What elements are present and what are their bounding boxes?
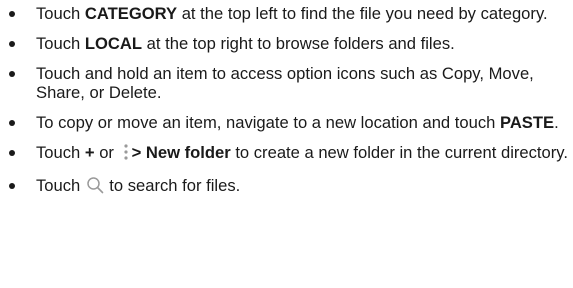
item-text-post: at the top right to browse folders and f… (142, 34, 455, 53)
item-text-pre: Touch (36, 176, 81, 195)
item-text: Touch and hold an item to access option … (36, 64, 534, 102)
bullet-point (9, 71, 15, 77)
list-item: To copy or move an item, navigate to a n… (0, 113, 573, 132)
plus-label: + (84, 143, 95, 162)
item-text-post: to search for files. (109, 176, 241, 195)
list-item: Touch CATEGORY at the top left to find t… (0, 4, 573, 23)
bullet-point (9, 120, 15, 126)
item-text-post: . (554, 113, 559, 132)
bullet-point (9, 150, 15, 156)
item-text-pre: Touch (36, 4, 85, 23)
item-text-pre: Touch (36, 143, 85, 162)
item-text-pre: Touch (36, 34, 85, 53)
paste-label: PASTE (499, 113, 555, 132)
new-folder-label: > New folder (131, 143, 231, 162)
bullet-point (9, 11, 15, 17)
list-item: Touch LOCAL at the top right to browse f… (0, 34, 573, 53)
item-text-post: to create a new folder in the current di… (230, 143, 568, 162)
instruction-list: Touch CATEGORY at the top left to find t… (0, 4, 573, 198)
category-label: CATEGORY (84, 4, 178, 23)
list-item: Touch + or > New folder to create a new … (0, 143, 573, 165)
item-text-mid: or (94, 143, 119, 162)
item-text-pre: To copy or move an item, navigate to a n… (36, 113, 500, 132)
search-icon (86, 176, 104, 198)
local-label: LOCAL (84, 34, 143, 53)
item-text-post: at the top left to find the file you nee… (177, 4, 548, 23)
more-vertical-icon (123, 143, 129, 165)
bullet-point (9, 41, 15, 47)
list-item: Touch and hold an item to access option … (0, 64, 573, 102)
list-item: Touch to search for files. (0, 176, 573, 198)
bullet-point (9, 183, 15, 189)
